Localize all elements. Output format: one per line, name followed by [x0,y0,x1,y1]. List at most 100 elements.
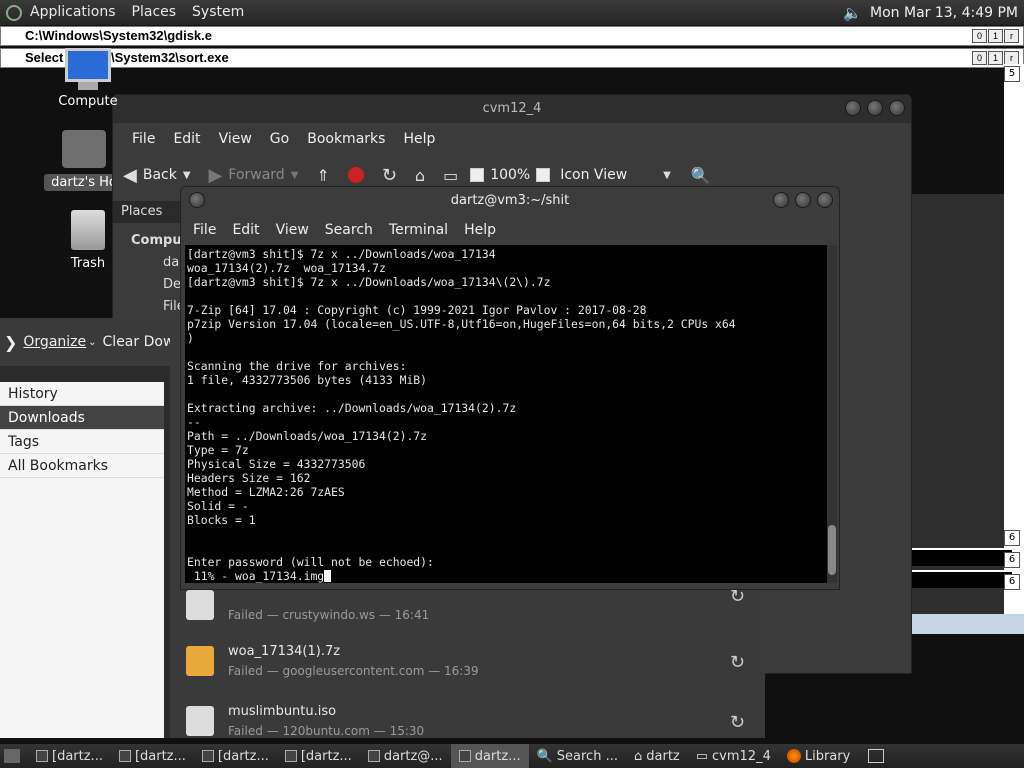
window-menu-icon[interactable] [189,192,205,208]
terminal-scrollbar[interactable] [827,245,837,583]
right-tab[interactable]: 6 [1004,552,1020,568]
back-button[interactable]: Back [143,167,177,183]
taskbar-label: Search ... [556,748,618,764]
maximize-button[interactable] [867,100,883,116]
retry-icon[interactable]: ↻ [730,652,745,673]
library-sidebar: History Downloads Tags All Bookmarks [0,382,164,738]
terminal-window[interactable]: dartz@vm3:~/shit File Edit View Search T… [180,186,840,590]
taskbar-item[interactable]: [dartz... [277,744,360,768]
menu-file[interactable]: File [185,222,224,238]
taskbar-item[interactable]: [dartz... [28,744,111,768]
menu-help[interactable]: Help [394,131,444,147]
view-mode-select[interactable]: Icon View [560,167,627,183]
minimize-button[interactable] [773,192,789,208]
sidebar-item-tags[interactable]: Tags [0,430,164,454]
zoom-in-icon[interactable] [536,168,551,182]
desktop-trash[interactable]: Trash [56,210,120,271]
menu-go[interactable]: Go [261,131,298,147]
show-desktop-icon[interactable] [4,749,20,763]
minimize-button[interactable]: 0 [972,29,987,43]
close-button[interactable] [889,100,905,116]
back-arrow-icon[interactable]: ◀ [123,165,137,186]
menu-search[interactable]: Search [317,222,381,238]
taskbar-label: Library [804,748,851,764]
forward-arrow-icon[interactable]: ▶ [209,165,223,186]
zoom-out-icon[interactable] [470,168,485,182]
chevron-right-icon[interactable]: ❯ [4,333,17,352]
search-icon[interactable]: 🔍 [691,166,711,185]
minimize-button[interactable] [845,100,861,116]
forward-dropdown-icon[interactable]: ▼ [291,170,299,181]
volume-icon[interactable]: 🔈 [843,4,862,22]
right-tab[interactable]: 6 [1004,530,1020,546]
menu-file[interactable]: File [123,131,164,147]
up-icon[interactable]: ⇑ [316,166,329,185]
menu-view[interactable]: View [268,222,317,238]
sidebar-item-all-bookmarks[interactable]: All Bookmarks [0,454,164,478]
desktop-computer[interactable]: Compute [56,48,120,109]
sidebar-item-downloads[interactable]: Downloads [0,406,164,430]
close-button[interactable] [817,192,833,208]
close-button[interactable]: r [1004,29,1019,43]
file-manager-titlebar[interactable]: cvm12_4 [113,95,911,123]
taskbar-item[interactable]: ▭ cvm12_4 [688,744,779,768]
maximize-button[interactable]: 1 [988,29,1003,43]
terminal-output[interactable]: [dartz@vm3 shit]$ 7z x ../Downloads/woa_… [185,245,827,583]
sidebar-item-history[interactable]: History [0,382,164,406]
taskbar-label: [dartz... [217,748,269,764]
divider [912,570,1012,588]
forward-button[interactable]: Forward [228,167,284,183]
retry-icon[interactable]: ↻ [730,712,745,733]
organize-dropdown-icon[interactable]: ⌄ [88,337,96,348]
reload-icon[interactable]: ↻ [382,165,397,186]
applications-menu[interactable]: Applications [22,0,124,25]
list-item[interactable]: woa_17134(1).7z Failed — googleuserconte… [170,634,765,694]
gdisk-window-bar[interactable]: C:\Windows\System32\gdisk.e 01r [0,26,1024,46]
menu-help[interactable]: Help [456,222,504,238]
clock[interactable]: Mon Mar 13, 4:49 PM [870,5,1018,21]
file-manager-title: cvm12_4 [482,101,542,116]
view-mode-dropdown-icon[interactable]: ▼ [663,170,671,181]
taskbar-item-active[interactable]: dartz... [450,744,529,768]
organize-button[interactable]: Organize [23,334,86,350]
taskbar-label: dartz [646,748,680,764]
places-sidebar-header[interactable]: Places [113,201,181,223]
home-icon[interactable]: ⌂ [415,166,425,185]
taskbar-item[interactable]: 🔍 Search ... [529,744,626,768]
desktop-computer-label: Compute [58,94,118,109]
sort-window-bar[interactable]: Select ...dows\System32\sort.exe 01r [0,48,1024,68]
distro-logo-icon[interactable] [6,4,22,21]
workspace-switcher-icon[interactable] [868,749,885,763]
stop-icon[interactable] [347,167,364,183]
taskbar-item[interactable]: dartz@... [360,744,451,768]
taskbar-item[interactable]: [dartz... [111,744,194,768]
maximize-button[interactable] [795,192,811,208]
download-name: woa_17134(1).7z [228,644,341,659]
archive-file-icon [186,646,214,676]
menu-edit[interactable]: Edit [224,222,267,238]
places-label: Places [121,204,163,219]
taskbar-item[interactable]: Library [779,744,858,768]
menu-terminal[interactable]: Terminal [381,222,456,238]
terminal-titlebar[interactable]: dartz@vm3:~/shit [181,187,839,215]
back-dropdown-icon[interactable]: ▼ [183,170,191,181]
taskbar-item[interactable]: ⌂ dartz [626,744,688,768]
scrollbar-thumb[interactable] [828,525,836,575]
places-menu[interactable]: Places [124,0,185,25]
selection-strip [912,614,1024,634]
maximize-button[interactable]: 1 [988,51,1003,65]
taskbar-item[interactable]: [dartz... [194,744,277,768]
menu-bookmarks[interactable]: Bookmarks [298,131,394,147]
menu-edit[interactable]: Edit [164,131,209,147]
minimize-button[interactable]: 0 [972,51,987,65]
computer-icon[interactable]: ▭ [443,166,458,185]
download-status: Failed — crustywindo.ws — 16:41 [228,608,430,622]
file-manager-menubar: File Edit View Go Bookmarks Help [113,123,911,155]
system-menu[interactable]: System [184,0,252,25]
close-button[interactable]: r [1004,51,1019,65]
disc-file-icon [186,590,214,620]
right-tab[interactable]: 6 [1004,574,1020,590]
terminal-menubar: File Edit View Search Terminal Help [181,215,839,245]
right-tab[interactable]: 5 [1004,66,1020,82]
menu-view[interactable]: View [210,131,261,147]
